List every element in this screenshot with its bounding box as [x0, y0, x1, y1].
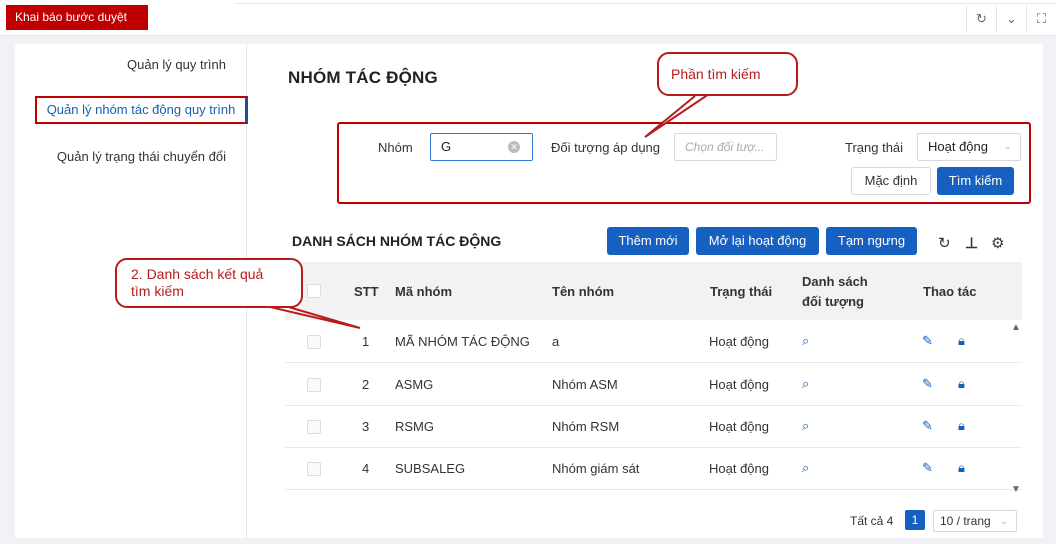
list-callout-line1: 2. Danh sách kết quả — [131, 266, 264, 282]
search-callout: Phần tìm kiếm — [657, 52, 798, 96]
list-callout-line2: tìm kiếm — [131, 283, 184, 299]
list-callout: 2. Danh sách kết quả tìm kiếm — [115, 258, 303, 308]
search-callout-text: Phần tìm kiếm — [671, 66, 761, 82]
search-callout-leader — [644, 91, 713, 138]
